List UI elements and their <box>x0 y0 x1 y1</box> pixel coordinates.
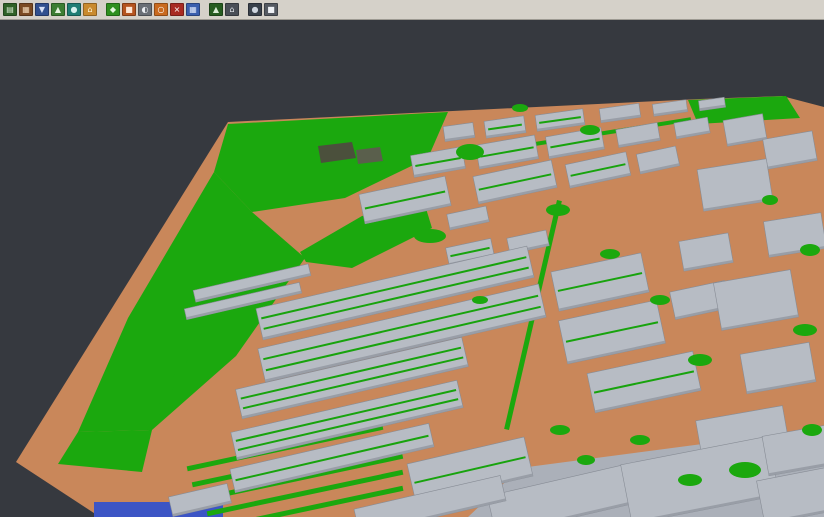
scene-svg <box>0 0 824 517</box>
grid-view-icon[interactable]: ▦ <box>186 3 200 16</box>
vegetation-patch <box>650 295 670 305</box>
building-filter-icon[interactable]: ⌂ <box>225 3 239 16</box>
vegetation-patch <box>729 462 761 478</box>
vegetation-patch <box>600 249 620 259</box>
vegetation-patch <box>414 229 446 243</box>
vegetation-patch <box>550 425 570 435</box>
vegetation-patch <box>762 195 778 205</box>
tree-filter-icon[interactable]: ▲ <box>209 3 223 16</box>
terrain-model-icon[interactable]: ▲ <box>51 3 65 16</box>
viewport-3d[interactable] <box>0 0 824 517</box>
pointcloud-icon[interactable]: ● <box>67 3 81 16</box>
camera-view-icon[interactable]: ■ <box>264 3 278 16</box>
dark-structure-2 <box>356 147 383 164</box>
save-project-icon[interactable]: ▼ <box>35 3 49 16</box>
image-layers-icon[interactable]: ▦ <box>19 3 33 16</box>
application-window: ▤▦▼▲●⌂◆■◐○×▦▲⌂●■ <box>0 0 824 517</box>
measure-circle-icon[interactable]: ○ <box>154 3 168 16</box>
toolbar: ▤▦▼▲●⌂◆■◐○×▦▲⌂●■ <box>0 0 824 20</box>
dataset-tree-icon[interactable]: ▤ <box>3 3 17 16</box>
vegetation-patch <box>472 296 488 304</box>
vegetation-patch <box>577 455 595 465</box>
vegetation-patch <box>800 244 820 256</box>
globe-view-icon[interactable]: ● <box>248 3 262 16</box>
classify-vegetation-icon[interactable]: ◆ <box>106 3 120 16</box>
classify-ground-icon[interactable]: ■ <box>122 3 136 16</box>
settings-gear-icon[interactable]: ◐ <box>138 3 152 16</box>
vegetation-patch <box>580 125 600 135</box>
vegetation-patch <box>512 104 528 112</box>
vegetation-patch <box>688 354 712 366</box>
vegetation-patch <box>793 324 817 336</box>
vegetation-patch <box>456 144 484 160</box>
vegetation-patch <box>678 474 702 486</box>
delete-selection-icon[interactable]: × <box>170 3 184 16</box>
vegetation-patch <box>802 424 822 436</box>
vegetation-patch <box>546 204 570 216</box>
vegetation-patch <box>630 435 650 445</box>
open-folder-icon[interactable]: ⌂ <box>83 3 97 16</box>
